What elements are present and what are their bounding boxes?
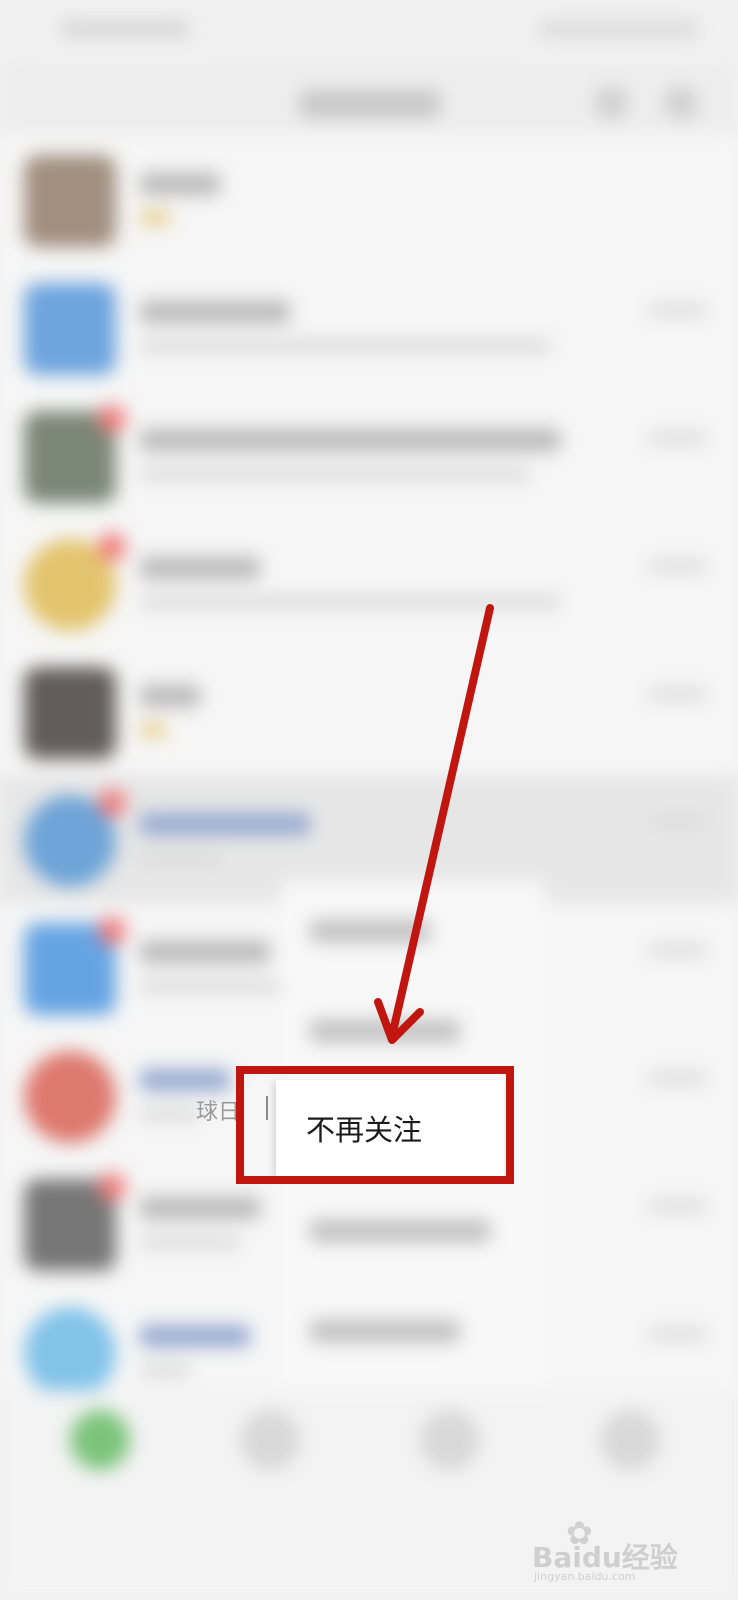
- title-bar: [0, 60, 738, 140]
- list-item[interactable]: [0, 135, 738, 263]
- tab-chats[interactable]: [70, 1410, 130, 1470]
- unread-badge: [98, 789, 126, 817]
- unread-badge: [98, 405, 126, 433]
- partial-menu-text: 球日: [196, 1100, 241, 1125]
- unread-badge: [98, 1173, 126, 1201]
- list-item[interactable]: [0, 647, 738, 775]
- blurred-background: [0, 0, 738, 1600]
- avatar: [24, 1307, 116, 1399]
- unread-badge: [98, 917, 126, 945]
- search-icon[interactable]: [594, 86, 628, 120]
- list-item[interactable]: [0, 263, 738, 391]
- avatar: [24, 1051, 116, 1143]
- avatar: [24, 155, 116, 247]
- tab-contacts[interactable]: [240, 1410, 300, 1470]
- tab-discover[interactable]: [420, 1410, 480, 1470]
- watermark: ✿ Baidu经验 jingyan.baidu.com: [532, 1514, 692, 1583]
- status-icons: [538, 20, 698, 38]
- avatar: [24, 283, 116, 375]
- list-item[interactable]: [0, 391, 738, 519]
- status-bar: [0, 0, 738, 60]
- avatar: [24, 667, 116, 759]
- tab-me[interactable]: [600, 1410, 660, 1470]
- watermark-url: jingyan.baidu.com: [534, 1570, 636, 1583]
- page-title: [300, 90, 440, 118]
- status-time: [60, 20, 190, 38]
- annotation-highlight-box: [236, 1066, 514, 1184]
- add-icon[interactable]: [664, 86, 698, 120]
- list-item[interactable]: [0, 519, 738, 647]
- unread-badge: [98, 533, 126, 561]
